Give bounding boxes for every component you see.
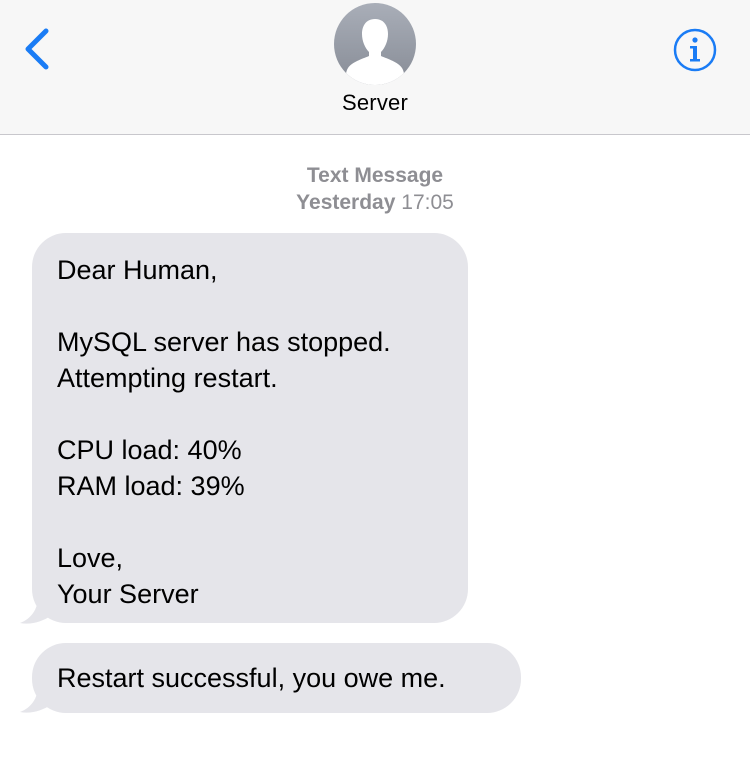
- message-line: Your Server: [57, 579, 199, 609]
- info-circle-icon: [673, 28, 717, 72]
- time-label: 17:05: [401, 191, 454, 214]
- conversation-header: Server: [0, 0, 750, 135]
- day-label: Yesterday: [296, 191, 396, 214]
- message-line: Dear Human,: [57, 255, 218, 285]
- avatar[interactable]: [334, 3, 416, 85]
- back-button[interactable]: [18, 26, 58, 72]
- info-button[interactable]: [672, 27, 718, 73]
- message-line: CPU load: 40%: [57, 435, 242, 465]
- person-silhouette-icon: [345, 19, 405, 85]
- message-timestamp: Text Message Yesterday 17:05: [0, 162, 750, 216]
- message-line: RAM load: 39%: [57, 471, 245, 501]
- service-label: Text Message: [306, 164, 444, 187]
- message-line: MySQL server has stopped.: [57, 327, 391, 357]
- chevron-left-icon: [25, 28, 49, 70]
- message-line: Love,: [57, 543, 124, 573]
- message-line: Restart successful, you owe me.: [57, 663, 446, 693]
- contact-name[interactable]: Server: [0, 90, 750, 116]
- received-message-bubble[interactable]: Restart successful, you owe me.: [32, 643, 521, 713]
- received-message-bubble[interactable]: Dear Human, MySQL server has stopped. At…: [32, 233, 468, 623]
- date-label: Yesterday 17:05: [0, 189, 750, 216]
- message-line: Attempting restart.: [57, 363, 278, 393]
